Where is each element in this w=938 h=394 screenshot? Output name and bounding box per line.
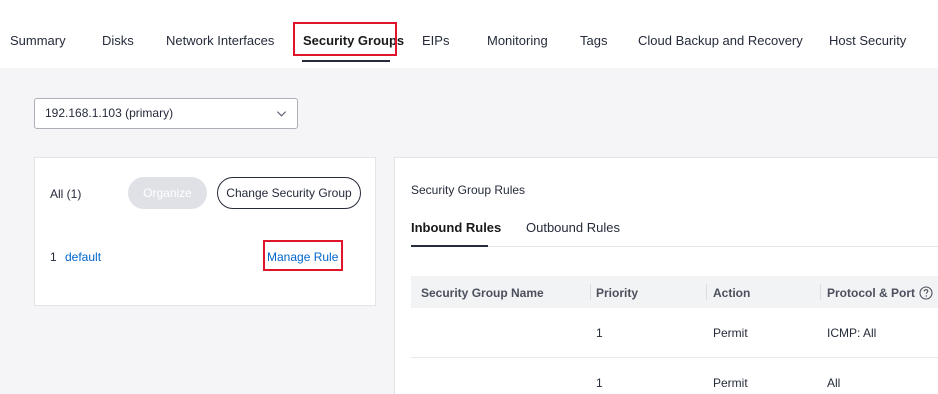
organize-button[interactable]: Organize — [128, 177, 207, 209]
tab-eips[interactable]: EIPs — [422, 33, 449, 48]
group-index: 1 — [50, 250, 57, 264]
chevron-down-icon — [276, 111, 287, 117]
detail-tab-bar: Summary Disks Network Interfaces Securit… — [0, 0, 938, 68]
help-icon[interactable] — [919, 286, 933, 300]
tab-disks[interactable]: Disks — [102, 33, 134, 48]
tab-security-groups[interactable]: Security Groups — [303, 33, 404, 48]
tab-outbound-rules[interactable]: Outbound Rules — [526, 220, 620, 235]
rules-table-header: Security Group Name Priority Action Prot… — [411, 276, 938, 308]
tab-cloud-backup-and-recovery[interactable]: Cloud Backup and Recovery — [638, 33, 803, 48]
security-group-link-default[interactable]: default — [65, 250, 101, 264]
active-tab-indicator — [302, 60, 390, 62]
tab-summary[interactable]: Summary — [10, 33, 66, 48]
column-security-group-name: Security Group Name — [421, 286, 544, 300]
all-count-label: All (1) — [50, 187, 82, 201]
column-protocol-port: Protocol & Port — [827, 286, 933, 300]
manage-rule-link[interactable]: Manage Rule — [267, 250, 338, 264]
network-interface-select[interactable]: 192.168.1.103 (primary) — [34, 98, 298, 129]
cell-protocol-port: ICMP: All — [827, 326, 877, 340]
cell-protocol-port: All — [827, 376, 841, 390]
rules-panel-title: Security Group Rules — [411, 183, 526, 197]
cell-priority: 1 — [596, 326, 603, 340]
tab-monitoring[interactable]: Monitoring — [487, 33, 548, 48]
cell-action: Permit — [713, 326, 748, 340]
column-divider — [590, 284, 591, 300]
rules-tab-divider — [411, 246, 938, 247]
tab-host-security[interactable]: Host Security — [829, 33, 906, 48]
rules-active-tab-indicator — [411, 245, 488, 247]
security-group-rules-panel: Security Group Rules Inbound Rules Outbo… — [394, 157, 938, 394]
cell-action: Permit — [713, 376, 748, 390]
column-protocol-port-label: Protocol & Port — [827, 286, 916, 300]
table-row: 1 Permit ICMP: All — [411, 308, 938, 358]
cell-priority: 1 — [596, 376, 603, 390]
column-divider — [820, 284, 821, 300]
column-action: Action — [713, 286, 751, 300]
tab-tags[interactable]: Tags — [580, 33, 607, 48]
column-divider — [706, 284, 707, 300]
security-group-list-panel: All (1) Organize Change Security Group 1… — [34, 157, 376, 306]
table-row: 1 Permit All — [411, 358, 938, 394]
network-interface-select-value: 192.168.1.103 (primary) — [45, 106, 174, 120]
tab-inbound-rules[interactable]: Inbound Rules — [411, 220, 501, 235]
change-security-group-button[interactable]: Change Security Group — [217, 177, 361, 209]
column-priority: Priority — [596, 286, 639, 300]
tab-network-interfaces[interactable]: Network Interfaces — [166, 33, 274, 48]
